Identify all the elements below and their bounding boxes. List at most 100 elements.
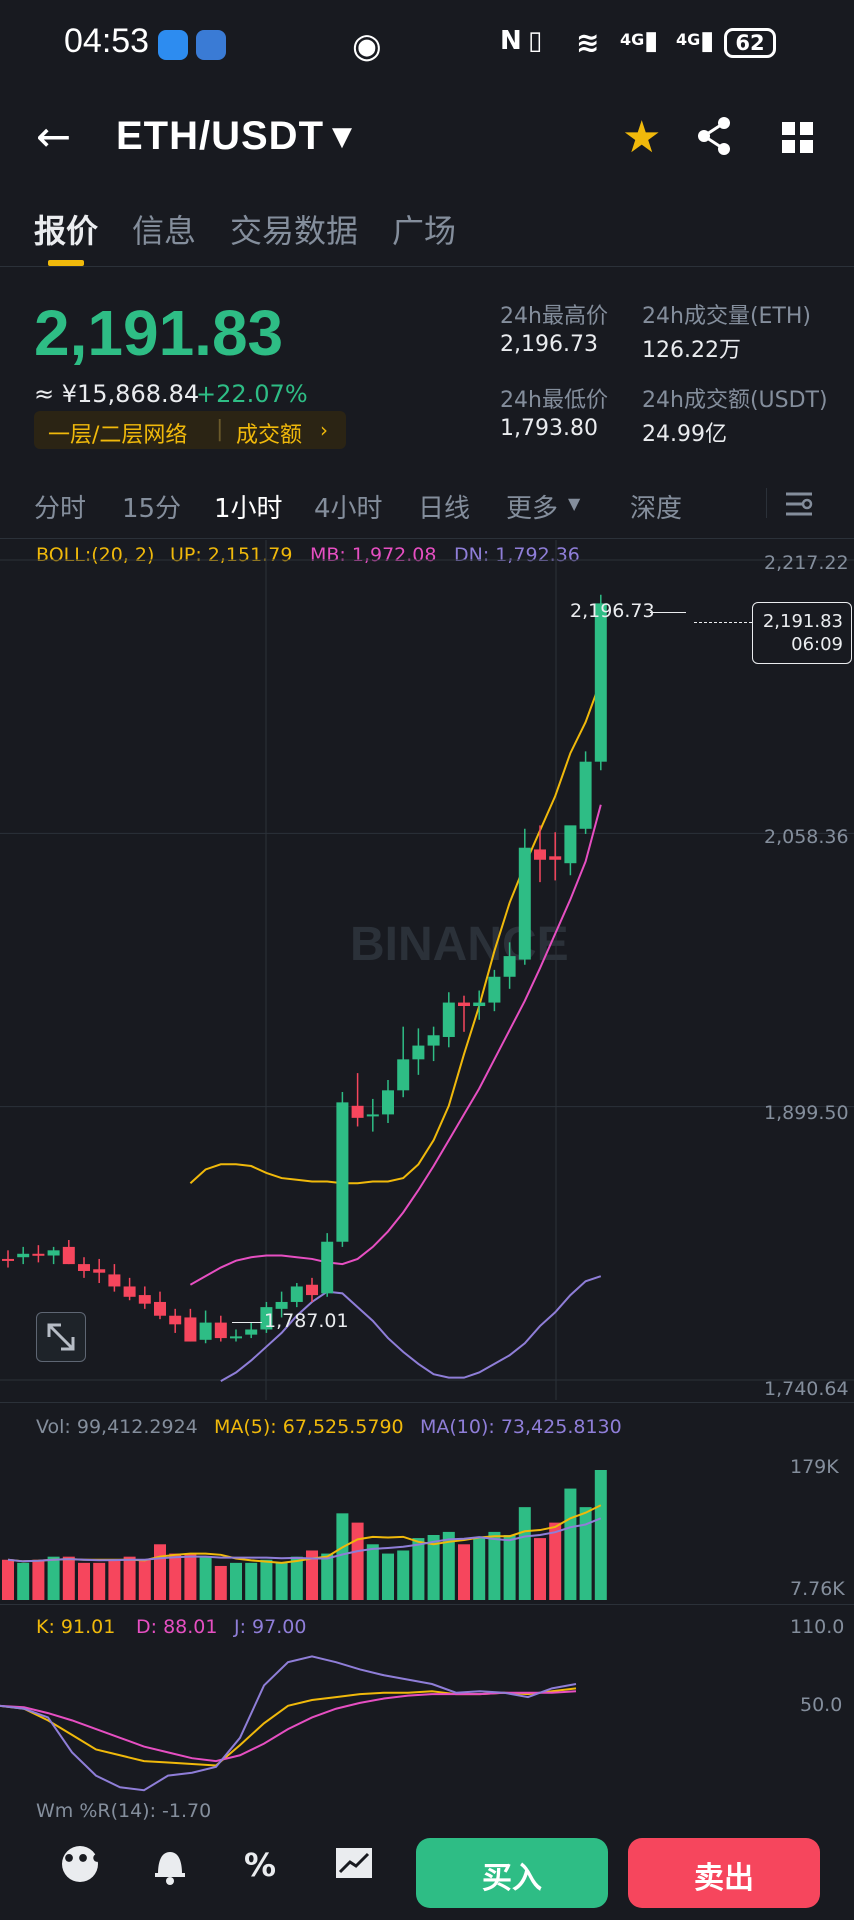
chevron-right-icon: › <box>320 418 328 442</box>
battery-icon: 62 <box>724 28 776 58</box>
last-price-tag-value: 2,191.83 <box>762 611 843 632</box>
volume-bar <box>245 1562 258 1600</box>
vibrate-icon: ▯ <box>528 26 543 56</box>
low-marker: 1,787.01 <box>264 1310 349 1332</box>
volume-bar <box>199 1556 212 1600</box>
tf-more[interactable]: 更多 <box>506 488 558 525</box>
high-value: 2,196.73 <box>500 332 598 357</box>
candle-body <box>503 956 516 977</box>
volume-ma5: MA(5): 67,525.5790 <box>214 1416 404 1438</box>
volume-bar <box>366 1544 379 1600</box>
tab-info[interactable]: 信息 <box>132 206 196 252</box>
tf-15m[interactable]: 15分 <box>122 488 181 525</box>
signal-1-icon: ▮ <box>644 26 659 56</box>
price-axis-label: 1,899.50 <box>764 1102 849 1124</box>
pair-title[interactable]: ETH/USDT <box>116 114 324 159</box>
chart-icon[interactable] <box>334 1846 374 1884</box>
buy-button[interactable]: 买入 <box>416 1838 608 1908</box>
kdj-j-line <box>0 1655 577 1792</box>
candle-body <box>579 761 592 829</box>
wr-label: Wm %R(14): -1.70 <box>36 1800 212 1822</box>
more-icon[interactable]: ••• <box>62 1846 104 1882</box>
fullscreen-button[interactable] <box>36 1312 86 1362</box>
tf-depth[interactable]: 深度 <box>630 488 682 525</box>
volume-bar <box>47 1556 60 1600</box>
candle-body <box>214 1322 227 1339</box>
sell-button[interactable]: 卖出 <box>628 1838 820 1908</box>
low-value: 1,793.80 <box>500 416 598 441</box>
volume-bar <box>397 1550 410 1600</box>
volume-label: 24h成交量(ETH) <box>642 304 811 329</box>
candle-body <box>184 1317 197 1342</box>
tf-line[interactable]: 分时 <box>34 488 86 525</box>
price-axis-label: 2,058.36 <box>764 826 849 848</box>
volume-value: 126.22万 <box>642 338 741 363</box>
volume-bar <box>579 1507 592 1600</box>
candle-body <box>397 1059 410 1091</box>
candlestick-chart[interactable]: BINANCE <box>0 540 854 1400</box>
network-chip[interactable]: 一层/二层网络 | 成交额 › <box>34 411 346 449</box>
candle-body <box>78 1264 90 1271</box>
tf-1h[interactable]: 1小时 <box>214 488 283 525</box>
volume-bar <box>230 1562 242 1600</box>
percent-icon[interactable]: % <box>244 1846 276 1884</box>
candle-body <box>245 1329 258 1335</box>
volume-bar <box>458 1544 470 1600</box>
candle-body <box>123 1286 136 1297</box>
volume-bar <box>169 1553 182 1600</box>
candle-body <box>427 1035 440 1046</box>
divider <box>0 1402 854 1403</box>
amount-label: 24h成交额(USDT) <box>642 388 828 413</box>
chart-settings-icon[interactable] <box>784 490 814 518</box>
volume-ma10: MA(10): 73,425.8130 <box>420 1416 622 1438</box>
candle-body <box>230 1336 242 1339</box>
share-icon[interactable] <box>696 116 734 156</box>
volume-label: Vol: 99,412.2924 <box>36 1416 198 1438</box>
candle-body <box>366 1114 379 1117</box>
tf-4h[interactable]: 4小时 <box>314 488 383 525</box>
status-bar: 04:53 ◉ N ▯ ≋ 4G ▮ 4G ▮ 62 <box>0 0 854 90</box>
volume-bar <box>2 1559 14 1600</box>
volume-bar <box>184 1553 197 1600</box>
kdj-k-line <box>0 1687 577 1767</box>
tf-1d[interactable]: 日线 <box>418 488 470 525</box>
candle-body <box>154 1301 166 1316</box>
volume-bar <box>260 1559 273 1600</box>
tab-square[interactable]: 广场 <box>392 206 456 252</box>
bell-icon[interactable] <box>152 1846 188 1886</box>
app-notification-icon <box>158 30 188 60</box>
volume-bar <box>336 1513 349 1600</box>
wifi-icon: ≋ <box>576 26 600 59</box>
candle-body <box>17 1253 30 1258</box>
volume-bar <box>518 1507 531 1600</box>
binance-watermark: BINANCE <box>350 918 569 971</box>
volume-chart <box>2 1470 607 1600</box>
last-price-tag: 2,191.83 06:09 <box>752 602 852 664</box>
tab-trade-data[interactable]: 交易数据 <box>230 206 358 252</box>
candle-body <box>488 976 501 1003</box>
pair-dropdown-icon[interactable]: ▼ <box>332 122 352 152</box>
game-notification-icon <box>196 30 226 60</box>
tf-more-caret-icon[interactable]: ▼ <box>568 494 580 513</box>
grid-menu-icon[interactable] <box>782 122 814 154</box>
volume-bar <box>78 1562 90 1600</box>
candle-body <box>473 1002 486 1007</box>
divider <box>0 1604 854 1605</box>
chip-separator: | <box>216 417 224 442</box>
tab-quote[interactable]: 报价 <box>34 206 98 252</box>
candle-body <box>412 1045 425 1060</box>
volume-bar <box>214 1565 227 1600</box>
last-price-countdown: 06:09 <box>791 634 843 655</box>
back-arrow-icon[interactable]: ← <box>36 112 71 161</box>
candle-body <box>2 1258 14 1261</box>
kdj-lines <box>0 1655 577 1792</box>
favorite-star-icon[interactable]: ★ <box>622 112 661 163</box>
volume-bar <box>594 1470 607 1600</box>
tf-divider <box>766 488 767 518</box>
candle-body <box>382 1090 394 1115</box>
high-marker: 2,196.73 <box>570 600 655 622</box>
volume-bar <box>108 1559 121 1600</box>
last-price-line <box>694 622 752 623</box>
candle-body <box>321 1241 334 1294</box>
last-price: 2,191.83 <box>34 297 284 369</box>
